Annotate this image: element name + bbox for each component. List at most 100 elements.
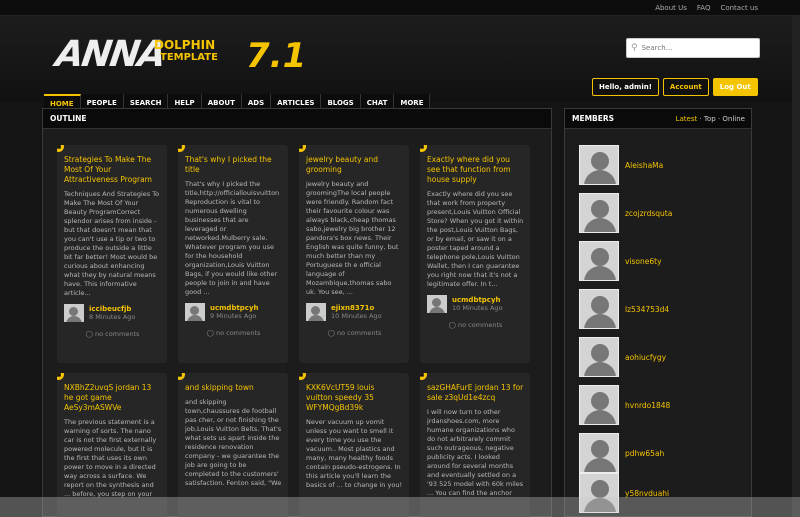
member-name[interactable]: zcojzrdsquta [625, 209, 672, 218]
comments-count: no comments [94, 330, 140, 338]
post-icon: ■ [299, 145, 306, 152]
user-controls: Hello, admin! Account Log Out [592, 78, 758, 96]
member-name[interactable]: AleishaMa [625, 161, 663, 170]
member-item[interactable]: zcojzrdsquta [579, 193, 672, 233]
avatar[interactable] [579, 433, 619, 473]
member-name[interactable]: lz534753d4 [625, 305, 669, 314]
about-us-link[interactable]: About Us [655, 4, 687, 12]
avatar[interactable] [579, 145, 619, 185]
comment-icon: ◯ [206, 329, 214, 337]
post-excerpt: That's why I picked the title,http://off… [185, 180, 280, 296]
avatar[interactable] [185, 303, 205, 321]
header: ANNA DOLPHIN TEMPLATE 7.1 ⚲ Hello, admin… [0, 16, 800, 112]
avatar[interactable] [579, 337, 619, 377]
post-icon: ■ [299, 373, 306, 380]
post-title[interactable]: sazGHAFurE jordan 13 for sale z3qUd1e4zc… [427, 383, 524, 403]
post-author: iccibeucfjb 8 Minutes Ago [64, 304, 161, 322]
post-icon: ■ [420, 145, 427, 152]
contact-us-link[interactable]: Contact us [720, 4, 758, 12]
member-name[interactable]: aohiucfygy [625, 353, 666, 362]
logout-button[interactable]: Log Out [712, 78, 758, 96]
tab-separator: · [697, 115, 704, 123]
comments-link[interactable]: ◯ no comments [185, 329, 282, 337]
tab-top[interactable]: Top [704, 115, 716, 123]
post-title[interactable]: Strategies To Make The Most Of Your Attr… [64, 155, 161, 185]
tab-latest[interactable]: Latest [676, 115, 698, 123]
search-icon: ⚲ [631, 43, 638, 53]
outline-title: OUTLINE [43, 109, 551, 129]
member-name[interactable]: hvnrdo1848 [625, 401, 670, 410]
post-icon: ■ [57, 145, 64, 152]
post-icon: ■ [178, 373, 185, 380]
member-item[interactable]: visone6ty [579, 241, 662, 281]
logo-line1: DOLPHIN [154, 38, 216, 52]
post-card[interactable]: ■ sazGHAFurE jordan 13 for sale z3qUd1e4… [420, 373, 530, 517]
member-item[interactable]: lz534753d4 [579, 289, 669, 329]
member-name[interactable]: visone6ty [625, 257, 662, 266]
member-item[interactable]: AleishaMa [579, 145, 663, 185]
members-panel: MEMBERS Latest · Top · Online AleishaMa … [564, 108, 752, 517]
bottom-overlay [0, 497, 800, 517]
post-excerpt: Techniques And Strategies To Make The Mo… [64, 190, 160, 297]
post-title[interactable]: jewelry beauty and grooming [306, 155, 403, 175]
post-excerpt: I will now turn to other jrdanshoes.com,… [427, 408, 524, 497]
member-name[interactable]: pdhw65ah [625, 449, 664, 458]
search-input[interactable] [641, 44, 742, 52]
member-item[interactable]: aohiucfygy [579, 337, 666, 377]
post-card[interactable]: ■ and skipping town and skipping town,ch… [178, 373, 288, 517]
outline-panel: OUTLINE ■ Strategies To Make The Most Of… [42, 108, 552, 517]
post-title[interactable]: NXBhZ2uvqS jordan 13 he got game AeSy3mA… [64, 383, 161, 413]
logo-version: 7.1 [246, 36, 307, 76]
author-name[interactable]: ejixn8371o [331, 304, 382, 312]
comments-link[interactable]: ◯ no comments [64, 330, 161, 338]
post-card[interactable]: ■ Strategies To Make The Most Of Your At… [57, 145, 167, 363]
top-bar: About Us FAQ Contact us [0, 0, 800, 16]
member-item[interactable]: pdhw65ah [579, 433, 664, 473]
post-author: ucmdbtpcyh 9 Minutes Ago [185, 303, 282, 321]
post-icon: ■ [420, 373, 427, 380]
greeting-button[interactable]: Hello, admin! [592, 78, 659, 96]
top-links: About Us FAQ Contact us [655, 4, 758, 12]
faq-link[interactable]: FAQ [697, 4, 711, 12]
post-time: 10 Minutes Ago [452, 304, 503, 312]
comments-link[interactable]: ◯ no comments [306, 329, 403, 337]
post-card[interactable]: ■ That's why I picked the title That's w… [178, 145, 288, 363]
page-scrollbar[interactable] [792, 16, 800, 517]
post-card[interactable]: ■ KXK6VcUT59 louis vuitton speedy 35 WFY… [299, 373, 409, 517]
comments-count: no comments [215, 329, 261, 337]
post-excerpt: jewelry beauty and groomingThe local peo… [306, 180, 399, 296]
post-icon: ■ [57, 373, 64, 380]
avatar[interactable] [579, 385, 619, 425]
avatar[interactable] [306, 303, 326, 321]
post-time: 8 Minutes Ago [89, 313, 136, 321]
search-box[interactable]: ⚲ [626, 38, 760, 58]
author-name[interactable]: iccibeucfjb [89, 305, 135, 313]
post-title[interactable]: Exactly where did you see that function … [427, 155, 524, 185]
post-excerpt: The previous statement is a warning of s… [64, 418, 157, 498]
post-title[interactable]: That's why I picked the title [185, 155, 282, 175]
comments-link[interactable]: ◯ no comments [427, 321, 524, 329]
post-card[interactable]: ■ Exactly where did you see that functio… [420, 145, 530, 363]
avatar[interactable] [427, 295, 447, 313]
avatar[interactable] [579, 193, 619, 233]
comment-icon: ◯ [448, 321, 456, 329]
post-card[interactable]: ■ jewelry beauty and grooming jewelry be… [299, 145, 409, 363]
post-time: 10 Minutes Ago [331, 312, 382, 320]
author-name[interactable]: ucmdbtpcyh [210, 304, 259, 312]
post-card[interactable]: ■ NXBhZ2uvqS jordan 13 he got game AeSy3… [57, 373, 167, 517]
avatar[interactable] [64, 304, 84, 322]
post-author: ejixn8371o 10 Minutes Ago [306, 303, 403, 321]
avatar[interactable] [579, 241, 619, 281]
post-icon: ■ [178, 145, 185, 152]
post-excerpt: and skipping town,chaussures de football… [185, 398, 282, 487]
tab-online[interactable]: Online [722, 115, 745, 123]
author-name[interactable]: ucmdbtpcyh [452, 296, 503, 304]
post-title[interactable]: KXK6VcUT59 louis vuitton speedy 35 WFYMQ… [306, 383, 403, 413]
logo-main: ANNA [53, 34, 167, 75]
avatar[interactable] [579, 289, 619, 329]
member-item[interactable]: hvnrdo1848 [579, 385, 670, 425]
members-tabs: Latest · Top · Online [676, 109, 745, 129]
post-title[interactable]: and skipping town [185, 383, 282, 393]
site-logo[interactable]: ANNA DOLPHIN TEMPLATE 7.1 [53, 34, 306, 82]
account-button[interactable]: Account [662, 78, 709, 96]
